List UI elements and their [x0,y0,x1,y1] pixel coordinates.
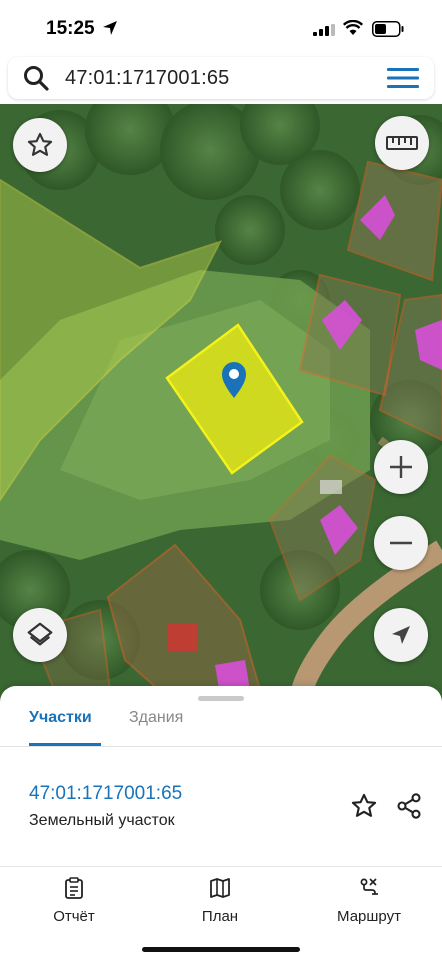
battery-icon [372,21,404,37]
bottom-sheet[interactable]: Участки Здания 47:01:1717001:65 Земельны… [0,686,442,866]
favorite-map-button[interactable] [13,118,67,172]
status-bar: 15:25 [0,0,442,58]
nav-report-label: Отчёт [53,908,95,925]
bottom-nav: Отчёт План Маршрут [0,866,442,961]
nav-route[interactable]: Маршрут [326,877,412,925]
wifi-icon [343,20,363,35]
tab-parcels[interactable]: Участки [29,709,92,727]
search-bar[interactable]: 47:01:1717001:65 [8,57,434,99]
satellite-map[interactable] [0,104,442,704]
menu-icon[interactable] [387,67,419,89]
search-input[interactable]: 47:01:1717001:65 [65,67,229,90]
zoom-in-icon [390,456,412,478]
share-icon[interactable] [395,792,423,820]
zoom-out-icon [390,541,412,545]
route-icon [360,878,378,895]
zoom-in-button[interactable] [374,440,428,494]
map-plan-icon [210,878,230,898]
nav-report[interactable]: Отчёт [40,877,108,925]
search-icon[interactable] [23,65,49,91]
layers-button[interactable] [13,608,67,662]
nav-plan[interactable]: План [186,877,254,925]
parcel-number-link[interactable]: 47:01:1717001:65 [29,783,182,805]
nav-route-label: Маршрут [337,908,401,925]
status-time: 15:25 [46,18,95,39]
nav-plan-label: План [201,908,239,925]
tab-buildings[interactable]: Здания [129,709,183,727]
zoom-out-button[interactable] [374,516,428,570]
sheet-handle[interactable] [198,696,244,701]
locate-button[interactable] [374,608,428,662]
ruler-icon [386,136,418,150]
tab-divider [0,746,442,747]
ruler-button[interactable] [375,116,429,170]
location-arrow-icon [103,21,117,35]
star-icon[interactable] [350,792,378,820]
star-icon [27,132,53,156]
locate-icon [392,626,410,644]
home-indicator [142,947,300,952]
map-view[interactable] [0,104,442,704]
parcel-type: Земельный участок [29,812,175,829]
signal-icon [313,24,335,36]
report-icon [65,877,83,899]
layers-icon [27,622,53,646]
